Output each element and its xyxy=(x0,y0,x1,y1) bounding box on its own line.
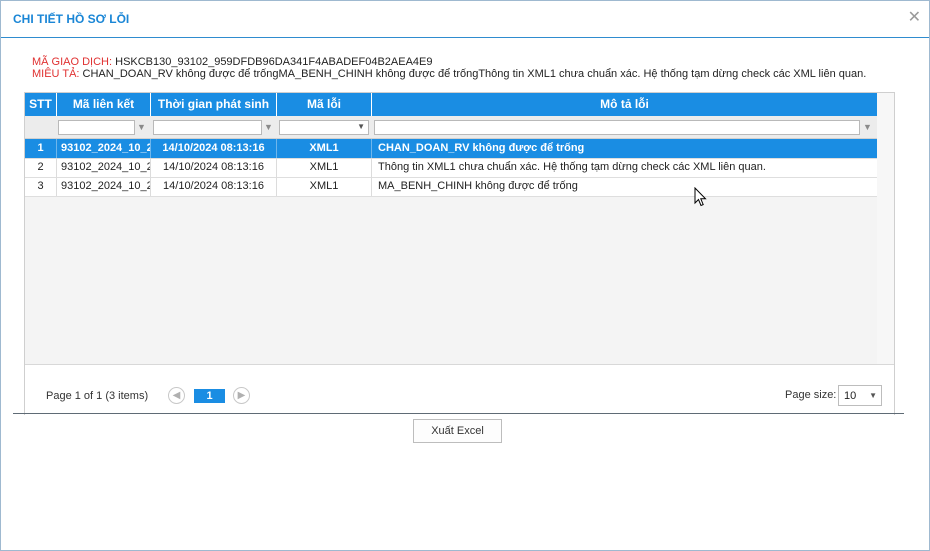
table-row[interactable]: 1 93102_2024_10_2 14/10/2024 08:13:16 XM… xyxy=(25,139,877,159)
dialog-titlebar: CHI TIẾT HỒ SƠ LỖI ✕ xyxy=(1,1,929,38)
transaction-code-line: MÃ GIAO DỊCH: HSKCB130_93102_959DFDB96DA… xyxy=(32,56,433,68)
filter-ma-loi-select[interactable]: ▼ xyxy=(279,120,369,135)
export-excel-button[interactable]: Xuất Excel xyxy=(413,419,502,443)
table-row[interactable]: 2 93102_2024_10_2 14/10/2024 08:13:16 XM… xyxy=(25,158,877,178)
transaction-code-label: MÃ GIAO DỊCH: xyxy=(32,56,113,68)
cell-mo-ta: MA_BENH_CHINH không được để trống xyxy=(378,180,578,192)
cell-thoi-gian: 14/10/2024 08:13:16 xyxy=(151,158,277,177)
page-size-value: 10 xyxy=(844,390,857,402)
grid-empty-area xyxy=(25,197,877,364)
chevron-left-icon[interactable]: ◀ xyxy=(168,387,185,404)
page-size-label: Page size: xyxy=(785,389,837,401)
close-icon[interactable]: ✕ xyxy=(908,10,921,26)
footer-divider xyxy=(13,413,904,414)
chevron-down-icon: ▼ xyxy=(869,391,877,400)
pager-current-page[interactable]: 1 xyxy=(194,389,225,403)
filter-icon[interactable]: ▼ xyxy=(264,121,274,133)
col-header-thoi-gian[interactable]: Thời gian phát sinh xyxy=(151,93,277,116)
filter-icon[interactable]: ▼ xyxy=(863,121,873,133)
pager-info: Page 1 of 1 (3 items) xyxy=(46,390,149,402)
description-value: CHAN_DOAN_RV không được để trốngMA_BENH_… xyxy=(82,68,867,80)
cell-ma-lien-ket: 93102_2024_10_2 xyxy=(57,177,151,196)
cell-stt: 1 xyxy=(25,139,57,158)
page-size-select[interactable]: 10 ▼ xyxy=(838,385,882,406)
cell-stt: 2 xyxy=(25,158,57,177)
cell-thoi-gian: 14/10/2024 08:13:16 xyxy=(151,177,277,196)
error-details-dialog: CHI TIẾT HỒ SƠ LỖI ✕ MÃ GIAO DỊCH: HSKCB… xyxy=(0,0,930,551)
filter-ma-lien-ket-input[interactable] xyxy=(58,120,135,135)
filter-mo-ta-input[interactable] xyxy=(374,120,860,135)
vertical-scrollbar[interactable] xyxy=(877,93,894,364)
grid-header: STT Mã liên kết Thời gian phát sinh Mã l… xyxy=(25,93,877,116)
description-line: MIÊU TẢ: CHAN_DOAN_RV không được để trốn… xyxy=(32,68,866,80)
cell-stt: 3 xyxy=(25,177,57,196)
chevron-right-icon[interactable]: ▶ xyxy=(233,387,250,404)
cell-ma-loi: XML1 xyxy=(277,158,372,177)
error-grid: STT Mã liên kết Thời gian phát sinh Mã l… xyxy=(24,92,895,415)
cell-ma-lien-ket: 93102_2024_10_2 xyxy=(57,158,151,177)
mouse-cursor-icon xyxy=(694,187,707,207)
filter-icon[interactable]: ▼ xyxy=(137,121,147,133)
cell-thoi-gian: 14/10/2024 08:13:16 xyxy=(151,139,277,158)
cell-ma-lien-ket: 93102_2024_10_2 xyxy=(57,139,151,158)
chevron-down-icon: ▼ xyxy=(357,122,365,131)
grid-pager: Page 1 of 1 (3 items) ◀ 1 ▶ Page size: 1… xyxy=(25,364,894,415)
col-header-ma-lien-ket[interactable]: Mã liên kết xyxy=(57,93,151,116)
table-row[interactable]: 3 93102_2024_10_2 14/10/2024 08:13:16 XM… xyxy=(25,177,877,197)
filter-thoi-gian-input[interactable] xyxy=(153,120,262,135)
col-header-mo-ta[interactable]: Mô tả lỗi xyxy=(372,93,877,116)
col-header-stt[interactable]: STT xyxy=(25,93,57,116)
cell-mo-ta: Thông tin XML1 chưa chuẩn xác. Hệ thống … xyxy=(378,161,766,173)
cell-ma-loi: XML1 xyxy=(277,139,372,158)
transaction-code-value: HSKCB130_93102_959DFDB96DA341F4ABADEF04B… xyxy=(115,56,433,68)
col-header-ma-loi[interactable]: Mã lỗi xyxy=(277,93,372,116)
cell-ma-loi: XML1 xyxy=(277,177,372,196)
filter-row: ▼ ▼ ▼ ▼ xyxy=(25,116,877,139)
dialog-title: CHI TIẾT HỒ SƠ LỖI xyxy=(13,12,130,26)
description-label: MIÊU TẢ: xyxy=(32,68,80,80)
cell-mo-ta: CHAN_DOAN_RV không được để trống xyxy=(378,142,585,154)
